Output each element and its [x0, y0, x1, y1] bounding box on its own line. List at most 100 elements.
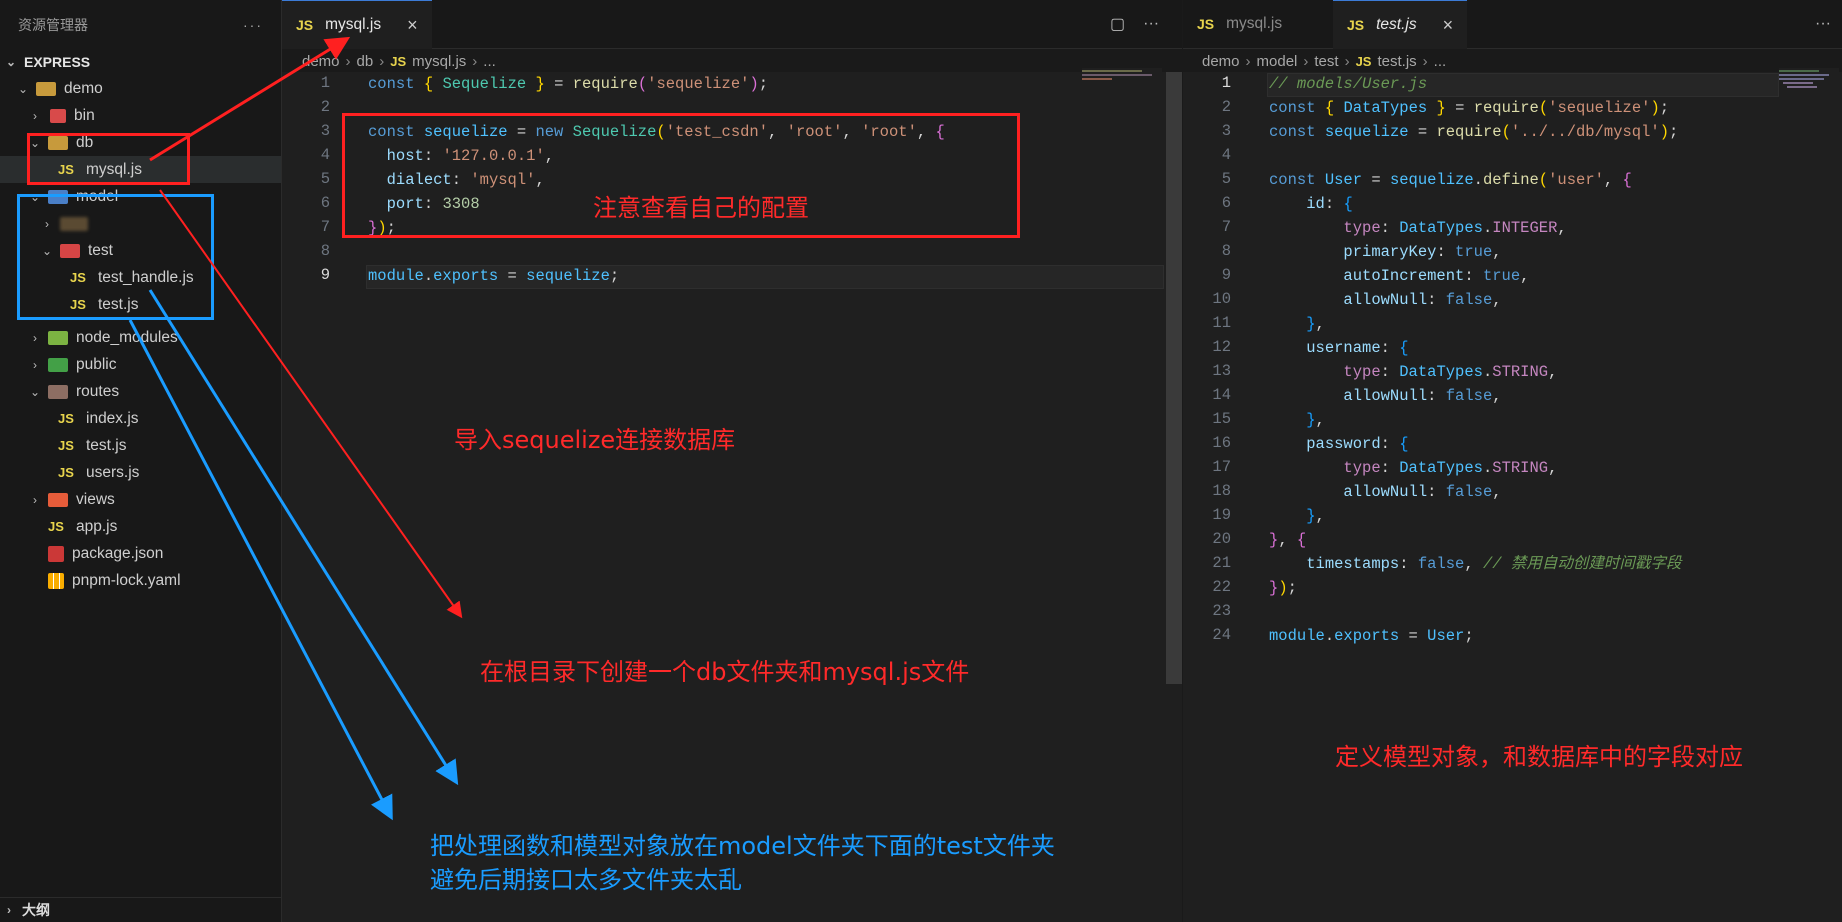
tree-item-demo[interactable]: ⌄ demo [0, 75, 281, 102]
define-model-note: 定义模型对象，和数据库中的字段对应 [1335, 743, 1743, 771]
breadcrumb-item[interactable]: mysql.js [412, 53, 466, 70]
tree-item-package-json[interactable]: package.json [0, 540, 281, 567]
more-actions-icon[interactable]: ··· [1143, 15, 1159, 33]
tree-item-views[interactable]: › views [0, 486, 281, 513]
tab-label: mysql.js [325, 16, 382, 33]
tree-item-label: bin [74, 106, 95, 124]
chevron-right-icon: › [1422, 52, 1428, 70]
line-number: 1 [320, 74, 330, 92]
code-line: timestamps: false, // 禁用自动创建时间戳字段 [1306, 555, 1682, 573]
split-editor-icon[interactable]: ▢ [1110, 14, 1125, 34]
folder-node-icon [48, 330, 68, 345]
tree-item-label: public [76, 355, 117, 373]
folder-open-icon [36, 81, 56, 96]
breadcrumb-item[interactable]: demo [1202, 53, 1240, 70]
explorer-more-icon[interactable]: ··· [243, 17, 263, 33]
tree-item-label: package.json [72, 544, 164, 562]
left-editor-actions: ▢ ··· [1110, 0, 1159, 48]
tab-label: test.js [1376, 16, 1417, 33]
tree-item-index-js[interactable]: JS index.js [0, 405, 281, 432]
chevron-right-icon: › [472, 52, 478, 70]
breadcrumb-item[interactable]: ... [483, 53, 496, 70]
chevron-right-icon: › [1245, 52, 1251, 70]
breadcrumb-item[interactable]: model [1257, 53, 1298, 70]
line-number: 7 [320, 218, 330, 236]
line-number: 5 [320, 170, 330, 188]
vertical-scrollbar[interactable] [1166, 72, 1182, 684]
code-line: }); [1269, 579, 1297, 597]
tree-item-pnpm-lock[interactable]: pnpm-lock.yaml [0, 567, 281, 594]
breadcrumb-item[interactable]: demo [302, 53, 340, 70]
folder-routes-icon [48, 384, 68, 399]
workspace-root-label: EXPRESS [24, 53, 91, 70]
tree-item-app-js[interactable]: JS app.js [0, 513, 281, 540]
code-line: allowNull: false, [1343, 291, 1502, 309]
chevron-right-icon: › [33, 330, 37, 345]
breadcrumb-item[interactable]: db [357, 53, 374, 70]
tree-item-label: demo [64, 79, 103, 97]
js-file-icon: JS [58, 438, 74, 453]
code-line: }, { [1269, 531, 1307, 549]
tree-item-public[interactable]: › public [0, 351, 281, 378]
line-number: 16 [1212, 434, 1231, 452]
line-number: 1 [1221, 74, 1231, 92]
tree-item-label: app.js [76, 517, 118, 535]
tree-item-routes[interactable]: ⌄ routes [0, 378, 281, 405]
js-file-icon: JS [1347, 17, 1365, 33]
line-number: 21 [1212, 554, 1231, 572]
tab-mysql-js[interactable]: JS mysql.js × [282, 0, 432, 49]
line-number: 6 [320, 194, 330, 212]
right-editor[interactable]: 1 2 3 4 5 6 7 8 9 10 11 12 13 14 15 16 17 18 19 20 21 22 23 24 … [1183, 68, 1842, 922]
code-line: module.exports = User; [1269, 627, 1474, 645]
outline-label: 大纲 [22, 902, 50, 918]
tree-item-users-js[interactable]: JS users.js [0, 459, 281, 486]
js-file-icon: JS [48, 519, 64, 534]
tree-item-label: test.js [86, 436, 127, 454]
code-line: id: { [1306, 195, 1353, 213]
tree-item-bin[interactable]: › bin [0, 102, 281, 129]
chevron-down-icon: ⌄ [29, 384, 41, 399]
tab-mysql-js-inactive[interactable]: JS mysql.js [1183, 0, 1296, 48]
line-number: 8 [320, 242, 330, 260]
more-actions-icon[interactable]: ··· [1815, 15, 1831, 33]
chevron-right-icon: › [379, 52, 385, 70]
line-number: 3 [320, 122, 330, 140]
code-line: primaryKey: true, [1343, 243, 1502, 261]
tree-item-label: routes [76, 382, 120, 400]
code-line: autoIncrement: true, [1343, 267, 1530, 285]
tab-test-js[interactable]: JS test.js × [1333, 0, 1468, 49]
line-number: 13 [1212, 362, 1231, 380]
tree-item-label: index.js [86, 409, 139, 427]
folder-bin-icon [50, 108, 66, 123]
close-icon[interactable]: × [407, 15, 418, 36]
breadcrumb-item[interactable]: test.js [1377, 53, 1416, 70]
config-note: 注意查看自己的配置 [593, 194, 809, 222]
minimap[interactable] [1082, 68, 1162, 88]
js-file-icon: JS [1197, 16, 1215, 32]
minimap[interactable] [1779, 68, 1839, 108]
code-line: const sequelize = require('../../db/mysq… [1269, 123, 1679, 141]
model-folder-highlight-box [17, 194, 214, 320]
tree-item-node-modules[interactable]: › node_modules [0, 324, 281, 351]
explorer-header: 资源管理器 ··· [0, 0, 281, 50]
breadcrumb-item[interactable]: ... [1434, 53, 1447, 70]
tree-item-label: pnpm-lock.yaml [72, 571, 181, 589]
line-number: 11 [1212, 314, 1231, 332]
line-number: 7 [1221, 218, 1231, 236]
npm-icon [48, 545, 64, 562]
line-number: 9 [320, 266, 330, 284]
close-icon[interactable]: × [1443, 15, 1454, 36]
pnpm-icon [48, 572, 64, 589]
tree-item-routes-test-js[interactable]: JS test.js [0, 432, 281, 459]
line-number: 2 [320, 98, 330, 116]
code-line: const User = sequelize.define('user', { [1269, 171, 1632, 189]
breadcrumb-item[interactable]: test [1314, 53, 1338, 70]
explorer-title: 资源管理器 [18, 17, 88, 33]
line-number: 18 [1212, 482, 1231, 500]
line-number: 22 [1212, 578, 1231, 596]
js-file-icon: JS [58, 411, 74, 426]
line-number: 15 [1212, 410, 1231, 428]
outline-section[interactable]: › 大纲 [0, 897, 281, 922]
workspace-root[interactable]: ⌄ EXPRESS [0, 48, 281, 75]
line-number: 24 [1212, 626, 1231, 644]
